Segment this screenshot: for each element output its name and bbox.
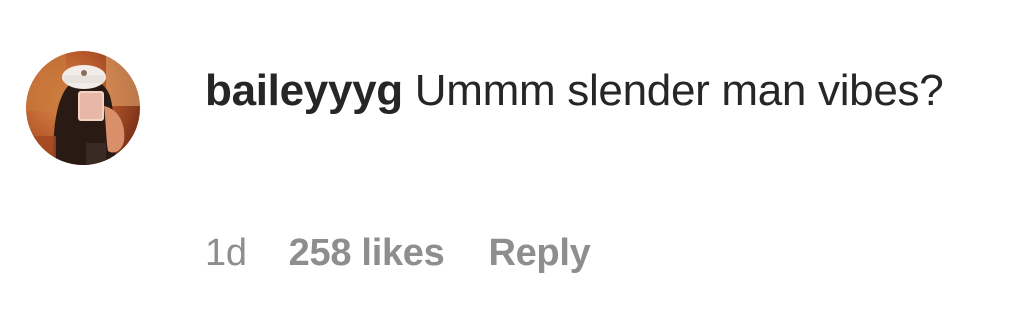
comment-body: baileyyyg Ummm slender man vibes?: [205, 60, 995, 122]
comment-meta: 1d 258 likes Reply: [205, 225, 591, 281]
username-link[interactable]: baileyyyg: [205, 66, 403, 115]
likes-count[interactable]: 258 likes: [289, 232, 445, 275]
comment-text: Ummm slender man vibes?: [414, 66, 944, 115]
avatar-image: [26, 51, 140, 165]
timestamp[interactable]: 1d: [205, 232, 247, 275]
avatar[interactable]: [26, 51, 140, 165]
reply-button[interactable]: Reply: [488, 232, 590, 275]
comment: baileyyyg Ummm slender man vibes? 1d 258…: [0, 0, 1024, 335]
